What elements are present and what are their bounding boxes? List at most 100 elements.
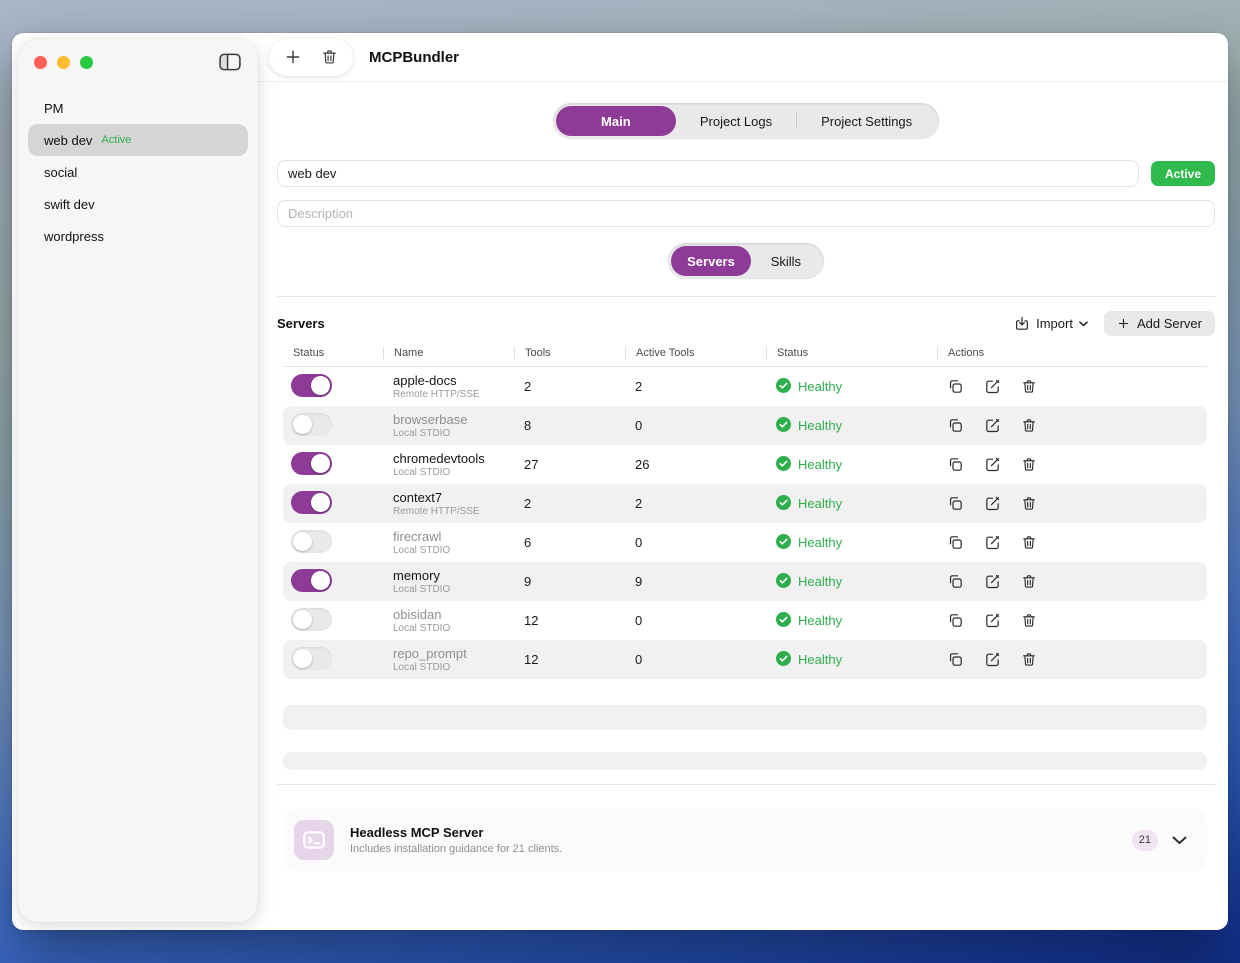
server-type: Local STDIO bbox=[393, 623, 514, 635]
sidebar-item-pm[interactable]: PM bbox=[28, 92, 248, 124]
delete-icon[interactable] bbox=[1021, 534, 1039, 552]
copy-icon[interactable] bbox=[947, 456, 965, 474]
column-header: Active Tools bbox=[625, 347, 766, 359]
tools-count: 8 bbox=[514, 418, 625, 433]
active-tools-count: 0 bbox=[625, 418, 766, 433]
main-panel: MCPBundler MainProject LogsProject Setti… bbox=[258, 33, 1228, 930]
server-enable-toggle[interactable] bbox=[291, 608, 332, 631]
delete-icon[interactable] bbox=[1021, 651, 1039, 669]
server-enable-toggle[interactable] bbox=[291, 530, 332, 553]
project-name-input[interactable] bbox=[277, 160, 1139, 187]
health-status-cell: Healthy bbox=[766, 417, 937, 435]
copy-icon[interactable] bbox=[947, 612, 965, 630]
server-name-cell: browserbaseLocal STDIO bbox=[383, 412, 514, 440]
server-type: Local STDIO bbox=[393, 584, 514, 596]
minimize-button[interactable] bbox=[57, 56, 70, 69]
tab-servers[interactable]: Servers bbox=[671, 246, 751, 276]
server-enable-toggle[interactable] bbox=[291, 413, 332, 436]
edit-icon[interactable] bbox=[984, 495, 1002, 513]
zoom-button[interactable] bbox=[80, 56, 93, 69]
table-body: apple-docsRemote HTTP/SSE22Healthybrowse… bbox=[283, 367, 1207, 679]
row-actions bbox=[937, 495, 1207, 513]
copy-icon[interactable] bbox=[947, 378, 965, 396]
toggle-knob bbox=[311, 493, 330, 512]
health-status-label: Healthy bbox=[798, 457, 842, 472]
sidebar-item-swift-dev[interactable]: swift dev bbox=[28, 188, 248, 220]
headless-server-card[interactable]: Headless MCP Server Includes installatio… bbox=[283, 809, 1207, 871]
server-type: Local STDIO bbox=[393, 545, 514, 557]
server-name: chromedevtools bbox=[393, 451, 514, 466]
edit-icon[interactable] bbox=[984, 534, 1002, 552]
sidebar: PM web devActivesocialswift devwordpress bbox=[18, 39, 258, 922]
edit-icon[interactable] bbox=[984, 573, 1002, 591]
server-name-cell: apple-docsRemote HTTP/SSE bbox=[383, 373, 514, 401]
active-tools-count: 0 bbox=[625, 535, 766, 550]
active-tools-count: 0 bbox=[625, 613, 766, 628]
add-server-label: Add Server bbox=[1137, 316, 1202, 331]
check-circle-icon bbox=[776, 456, 791, 474]
copy-icon[interactable] bbox=[947, 573, 965, 591]
close-button[interactable] bbox=[34, 56, 47, 69]
health-status-cell: Healthy bbox=[766, 534, 937, 552]
health-status-cell: Healthy bbox=[766, 378, 937, 396]
headless-server-title: Headless MCP Server bbox=[350, 825, 562, 840]
row-actions bbox=[937, 378, 1207, 396]
project-active-button[interactable]: Active bbox=[1151, 161, 1215, 186]
delete-icon[interactable] bbox=[1021, 378, 1039, 396]
edit-icon[interactable] bbox=[984, 651, 1002, 669]
edit-icon[interactable] bbox=[984, 378, 1002, 396]
sidebar-item-wordpress[interactable]: wordpress bbox=[28, 220, 248, 252]
edit-icon[interactable] bbox=[984, 417, 1002, 435]
expand-chevron-icon[interactable] bbox=[1172, 836, 1187, 845]
chevron-down-icon bbox=[1079, 321, 1088, 327]
delete-project-button[interactable] bbox=[320, 48, 338, 66]
server-enable-toggle[interactable] bbox=[291, 452, 332, 475]
status-toggle-cell bbox=[283, 569, 383, 595]
desktop-wallpaper: PMweb devActivesocialswift devwordpress bbox=[0, 0, 1240, 963]
server-enable-toggle[interactable] bbox=[291, 374, 332, 397]
delete-icon[interactable] bbox=[1021, 612, 1039, 630]
sidebar-item-label: web dev bbox=[36, 133, 92, 148]
status-toggle-cell bbox=[283, 452, 383, 478]
copy-icon[interactable] bbox=[947, 651, 965, 669]
delete-icon[interactable] bbox=[1021, 456, 1039, 474]
check-circle-icon bbox=[776, 417, 791, 435]
edit-icon[interactable] bbox=[984, 456, 1002, 474]
import-label: Import bbox=[1036, 316, 1073, 331]
delete-icon[interactable] bbox=[1021, 573, 1039, 591]
project-description-input[interactable] bbox=[277, 200, 1215, 227]
copy-icon[interactable] bbox=[947, 495, 965, 513]
sidebar-item-web-dev[interactable]: web devActive bbox=[28, 124, 248, 156]
edit-icon[interactable] bbox=[984, 612, 1002, 630]
sidebar-item-social[interactable]: social bbox=[28, 156, 248, 188]
copy-icon[interactable] bbox=[947, 534, 965, 552]
server-enable-toggle[interactable] bbox=[291, 569, 332, 592]
import-button[interactable]: Import bbox=[1014, 315, 1088, 332]
tab-project-logs[interactable]: Project Logs bbox=[676, 106, 796, 136]
column-header: Name bbox=[383, 347, 514, 359]
server-name: obisidan bbox=[393, 607, 514, 622]
copy-icon[interactable] bbox=[947, 417, 965, 435]
health-status-label: Healthy bbox=[798, 613, 842, 628]
toggle-knob bbox=[293, 415, 312, 434]
add-project-button[interactable] bbox=[284, 48, 302, 66]
add-server-button[interactable]: Add Server bbox=[1104, 311, 1215, 336]
tab-skills[interactable]: Skills bbox=[751, 246, 821, 276]
delete-icon[interactable] bbox=[1021, 417, 1039, 435]
sidebar-toggle-icon[interactable] bbox=[218, 52, 242, 72]
server-enable-toggle[interactable] bbox=[291, 491, 332, 514]
sidebar-item-label: PM bbox=[36, 101, 64, 116]
server-row: browserbaseLocal STDIO80Healthy bbox=[283, 406, 1207, 445]
delete-icon[interactable] bbox=[1021, 495, 1039, 513]
server-enable-toggle[interactable] bbox=[291, 647, 332, 670]
active-tools-count: 0 bbox=[625, 652, 766, 667]
empty-placeholder-bar bbox=[283, 752, 1207, 770]
row-actions bbox=[937, 456, 1207, 474]
row-actions bbox=[937, 651, 1207, 669]
tools-count: 2 bbox=[514, 496, 625, 511]
server-name-cell: obisidanLocal STDIO bbox=[383, 607, 514, 635]
tab-project-settings[interactable]: Project Settings bbox=[797, 106, 936, 136]
active-tools-count: 2 bbox=[625, 496, 766, 511]
health-status-cell: Healthy bbox=[766, 495, 937, 513]
tab-main[interactable]: Main bbox=[556, 106, 676, 136]
